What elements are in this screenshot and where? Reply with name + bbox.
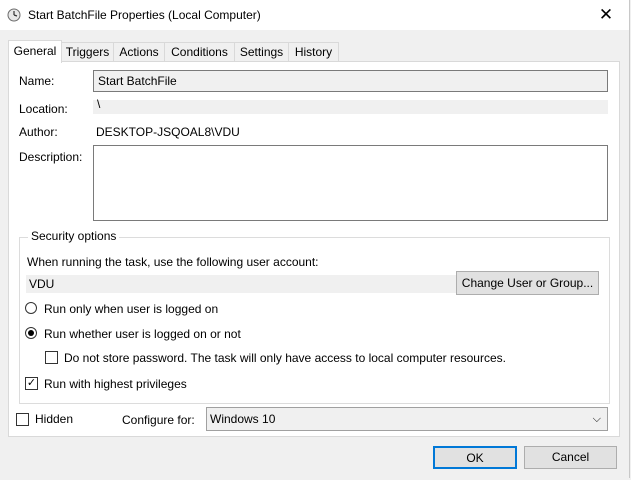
highest-privileges-label[interactable]: Run with highest privileges <box>44 377 187 391</box>
tab-actions[interactable]: Actions <box>113 42 165 61</box>
do-not-store-password-checkbox[interactable] <box>45 351 58 364</box>
title-bar[interactable]: Start BatchFile Properties (Local Comput… <box>0 0 629 30</box>
do-not-store-password-label[interactable]: Do not store password. The task will onl… <box>64 351 506 365</box>
clock-icon <box>7 8 21 22</box>
location-label: Location: <box>19 102 68 116</box>
window-title: Start BatchFile Properties (Local Comput… <box>28 8 261 22</box>
change-user-button[interactable]: Change User or Group... <box>456 271 599 295</box>
tab-general[interactable]: General <box>8 40 62 63</box>
tab-conditions[interactable]: Conditions <box>164 42 235 61</box>
security-options-title: Security options <box>28 229 120 243</box>
configure-for-value: Windows 10 <box>210 412 276 426</box>
radio-selected-dot <box>28 330 34 336</box>
highest-privileges-checkbox[interactable]: ✓ <box>25 377 38 390</box>
description-label: Description: <box>19 150 83 164</box>
author-label: Author: <box>19 125 58 139</box>
chevron-down-icon: ⌵ <box>592 413 601 425</box>
author-value: DESKTOP-JSQOAL8\VDU <box>96 125 240 139</box>
task-properties-dialog: Start BatchFile Properties (Local Comput… <box>0 0 630 478</box>
cancel-button[interactable]: Cancel <box>524 446 617 469</box>
hidden-label[interactable]: Hidden <box>35 412 73 426</box>
name-field[interactable]: Start BatchFile <box>93 70 608 92</box>
checkmark-icon: ✓ <box>26 377 37 389</box>
tab-history[interactable]: History <box>288 42 339 61</box>
user-account-field: VDU <box>26 275 458 293</box>
tab-triggers[interactable]: Triggers <box>61 42 114 61</box>
radio-run-when-logged-on[interactable] <box>25 302 37 314</box>
radio-run-whether-logged-on-label[interactable]: Run whether user is logged on or not <box>44 327 241 341</box>
description-field[interactable] <box>93 145 608 221</box>
ok-button[interactable]: OK <box>433 446 517 469</box>
close-button[interactable]: ✕ <box>583 0 629 30</box>
configure-for-label: Configure for: <box>122 413 195 427</box>
tab-settings[interactable]: Settings <box>234 42 289 61</box>
general-tab-panel: Name: Start BatchFile Location: \ Author… <box>8 61 620 437</box>
location-field: \ <box>93 97 608 114</box>
configure-for-dropdown[interactable]: Windows 10 ⌵ <box>206 407 608 431</box>
hidden-checkbox[interactable] <box>16 413 29 426</box>
radio-run-whether-logged-on[interactable] <box>25 327 37 339</box>
radio-run-when-logged-on-label[interactable]: Run only when user is logged on <box>44 302 218 316</box>
name-label: Name: <box>19 74 55 88</box>
user-account-prompt: When running the task, use the following… <box>27 255 319 269</box>
location-value: \ <box>97 97 101 111</box>
